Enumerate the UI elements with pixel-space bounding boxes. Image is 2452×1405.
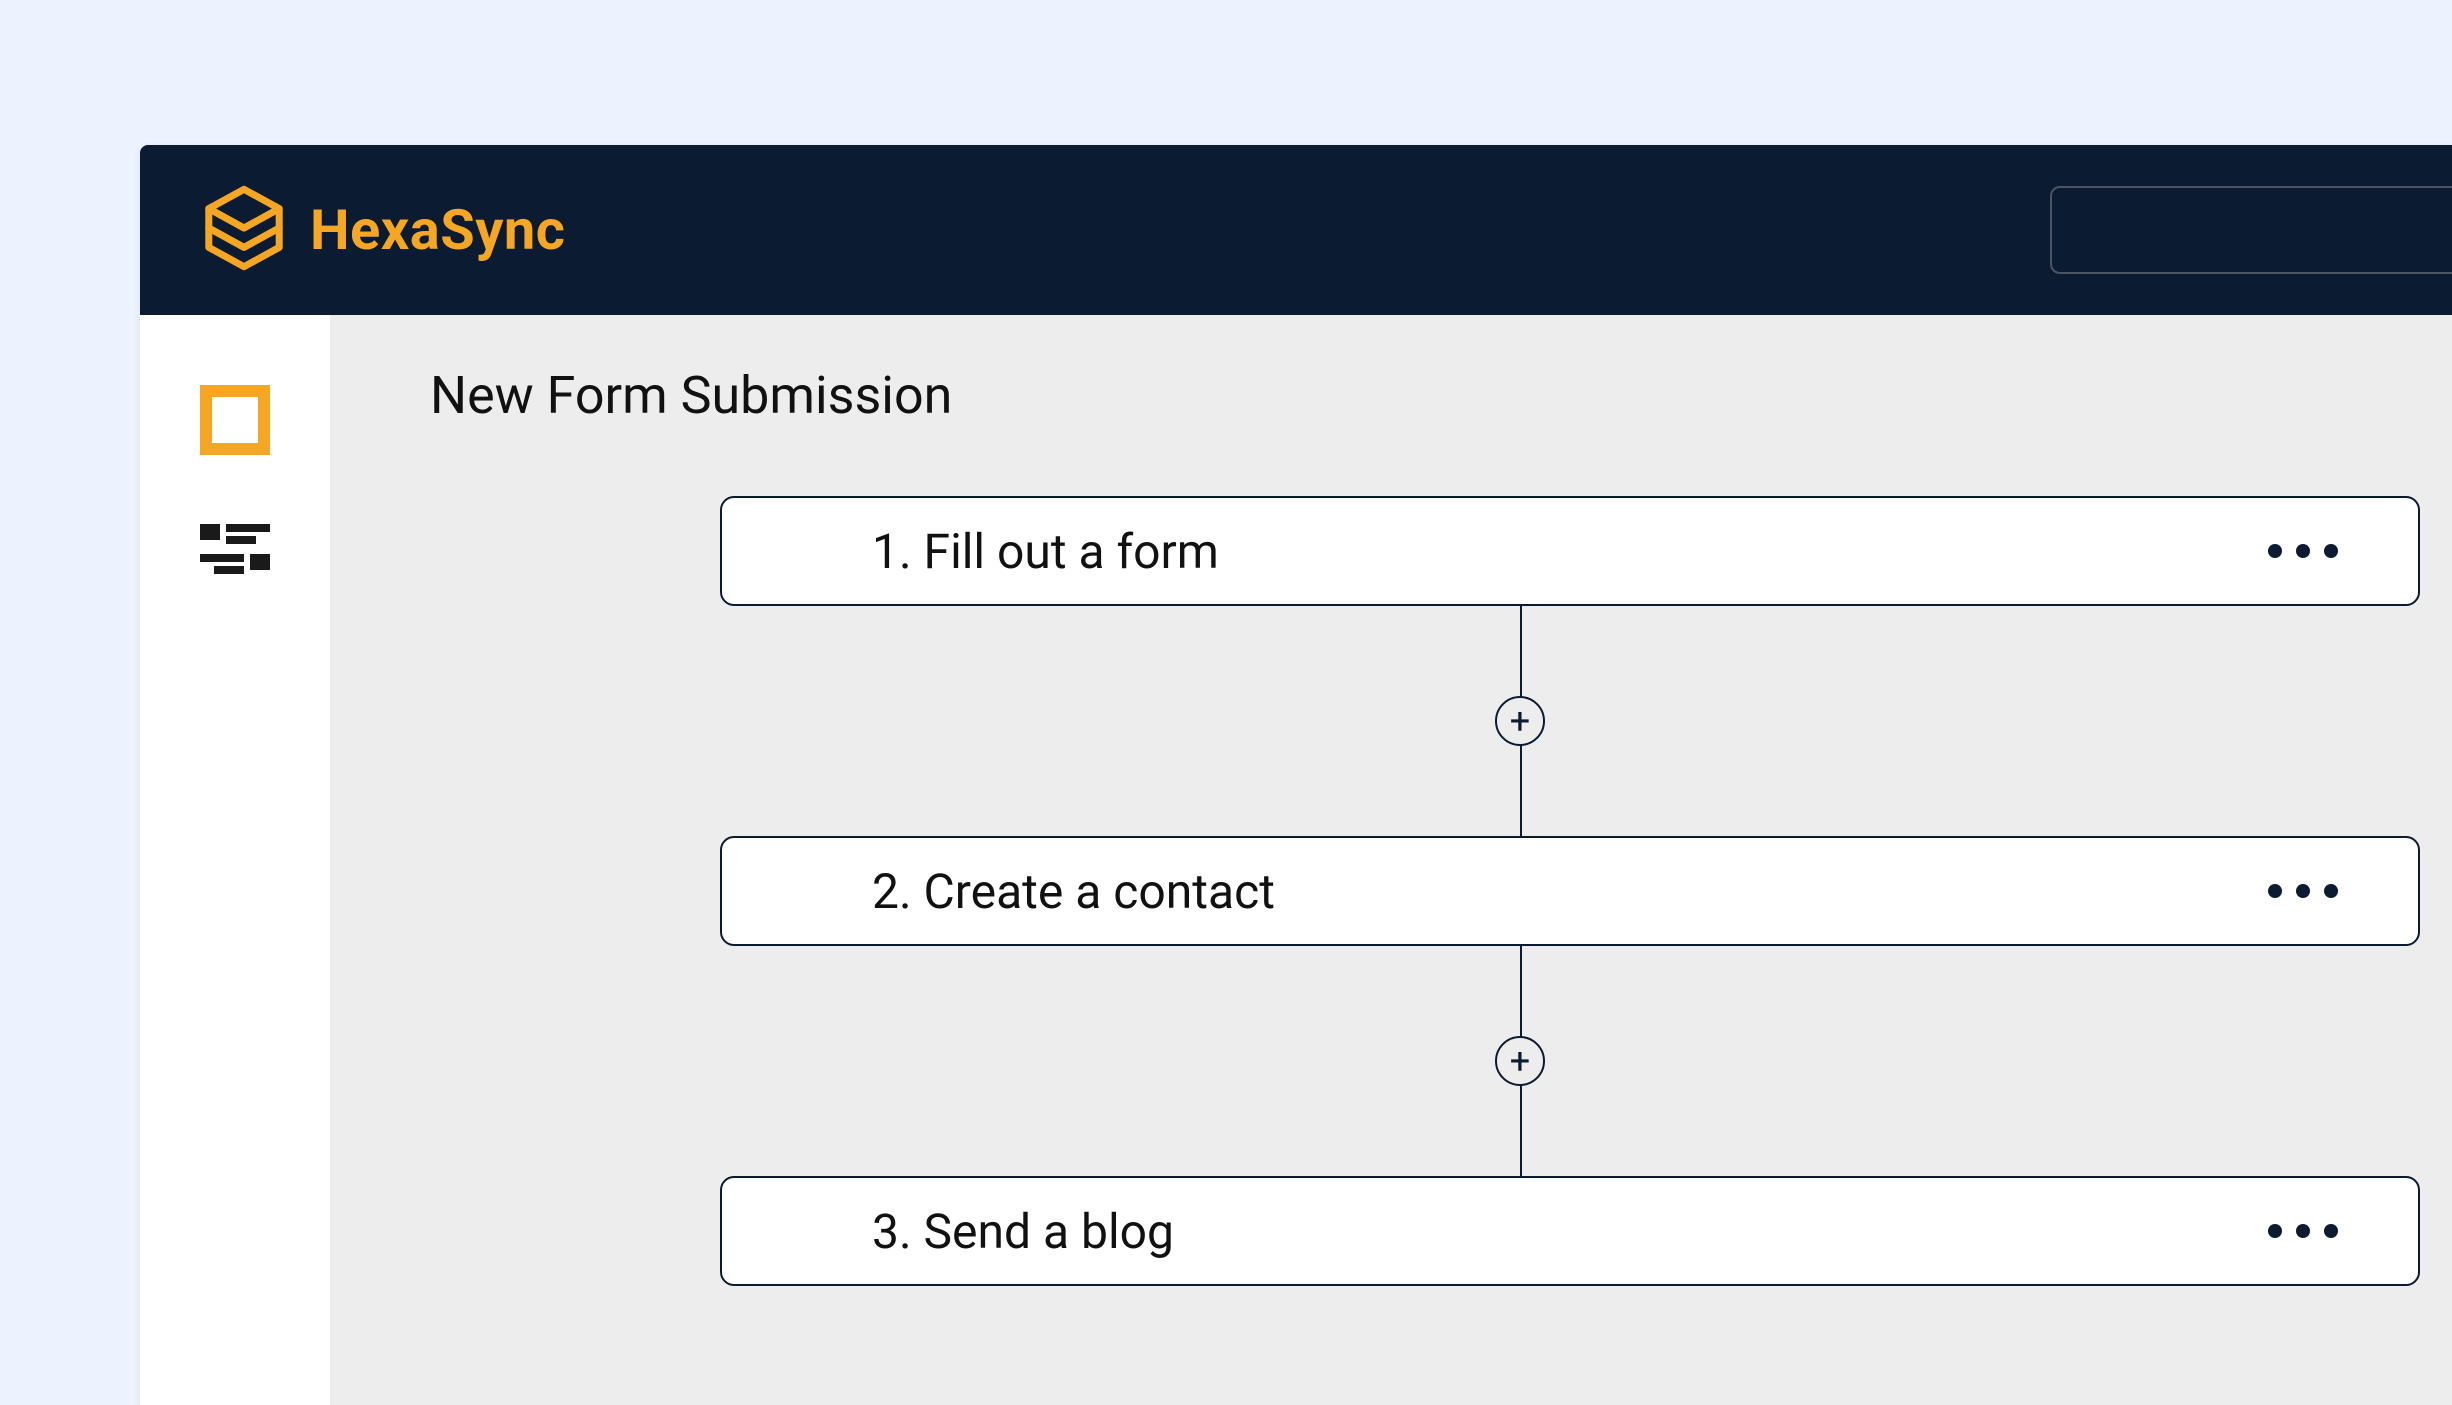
plus-icon: + [1510, 1043, 1530, 1079]
workflow-step-2[interactable]: 2. Create a contact [720, 836, 2420, 946]
search-input[interactable] [2050, 186, 2452, 274]
more-icon [2268, 884, 2338, 898]
brand-name: HexaSync [310, 197, 565, 263]
sidebar-item-square[interactable] [200, 387, 270, 457]
brand-logo-icon [200, 184, 288, 276]
workflow: 1. Fill out a form + [720, 496, 2452, 1286]
more-icon [2268, 1224, 2338, 1238]
add-step-button[interactable]: + [1495, 696, 1545, 746]
square-icon [200, 385, 270, 459]
body: New Form Submission 1. Fill out a form [140, 315, 2452, 1405]
step-menu-button[interactable] [2268, 1224, 2338, 1238]
step-label: 2. Create a contact [872, 863, 1275, 920]
plus-icon: + [1510, 703, 1530, 739]
more-icon [2268, 544, 2338, 558]
workflow-step-1[interactable]: 1. Fill out a form [720, 496, 2420, 606]
page-title: New Form Submission [430, 365, 2452, 426]
step-menu-button[interactable] [2268, 544, 2338, 558]
brand: HexaSync [200, 184, 565, 276]
step-menu-button[interactable] [2268, 884, 2338, 898]
workflow-step-3[interactable]: 3. Send a blog [720, 1176, 2420, 1286]
sidebar [140, 315, 330, 1405]
connector: + [720, 946, 2452, 1176]
step-label: 1. Fill out a form [872, 523, 1219, 580]
main-canvas: New Form Submission 1. Fill out a form [330, 315, 2452, 1405]
connector: + [720, 606, 2452, 836]
header-bar: HexaSync [140, 145, 2452, 315]
step-label: 3. Send a blog [872, 1203, 1174, 1260]
add-step-button[interactable]: + [1495, 1036, 1545, 1086]
sidebar-item-checker[interactable] [200, 519, 270, 589]
checker-icon [200, 524, 270, 584]
app-window: HexaSync [140, 145, 2452, 1405]
